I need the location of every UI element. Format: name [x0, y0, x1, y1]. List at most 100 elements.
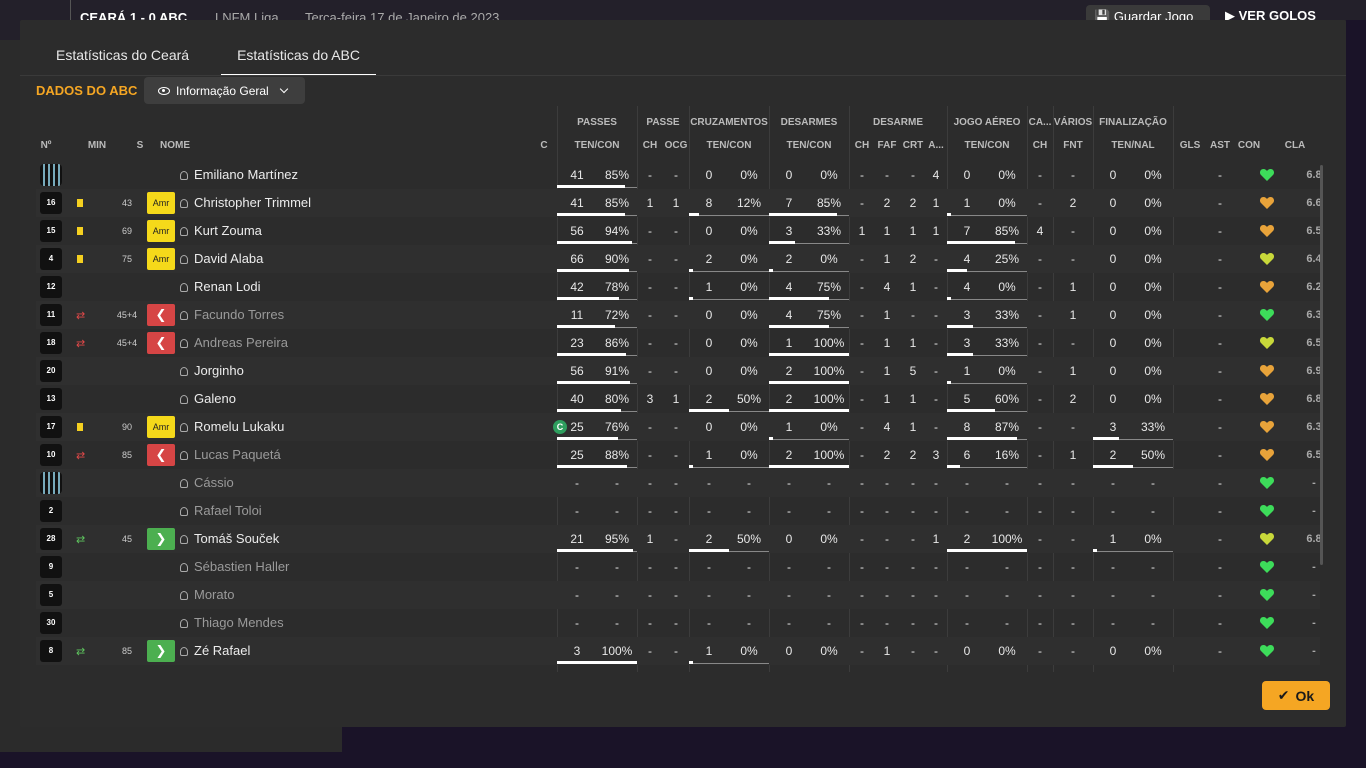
table-row[interactable]: Cássio - - - - - - - - - - - - - - - - - - - -: [36, 469, 1320, 497]
col-pass-ch[interactable]: CH: [639, 140, 661, 151]
table-row[interactable]: 16 43 Amr Christopher Trimmel 41 85% 8 12% 7 85% 1…: [36, 189, 1320, 217]
condition-heart-icon: [1259, 223, 1275, 239]
col-cruz-tencon[interactable]: TEN/CON: [689, 140, 769, 151]
stat-bar-fill: [947, 241, 1015, 244]
table-row[interactable]: 12 Renan Lodi 42 78% 1 0% 4 75% 4 0% 0 0% - - -4 1- -1-6…: [36, 273, 1320, 301]
shirt-number: [40, 472, 62, 494]
table-row[interactable]: 30 Thiago Mendes - - - - - - - - - - - - - - - - - - - -: [36, 609, 1320, 637]
player-name[interactable]: Emiliano Martínez: [180, 161, 540, 189]
col-no[interactable]: Nº: [36, 140, 56, 151]
player-name[interactable]: Christopher Trimmel: [180, 189, 540, 217]
player-name[interactable]: David Alaba: [180, 245, 540, 273]
stat-bar-fill: [769, 269, 773, 272]
table-row[interactable]: 9 Sébastien Haller - - - - - - - - - - - - - - - - - - - -: [36, 553, 1320, 581]
stat-crosses-pct: 0%: [740, 644, 758, 658]
player-name[interactable]: Romelu Lukaku: [180, 413, 540, 441]
table-row[interactable]: 28 ⇄ 45 ❯ Tomáš Souček 21 95% 2 50% 0 0% 2 100% 1 0% 1-…: [36, 525, 1320, 553]
stat-crosses-pct: 0%: [740, 224, 758, 238]
group-ca: CA...: [1028, 117, 1052, 128]
col-ast[interactable]: AST: [1207, 140, 1233, 151]
player-name[interactable]: Galeno: [180, 385, 540, 413]
col-nome[interactable]: NOME: [160, 140, 200, 151]
stat-bar-fill: [947, 381, 951, 384]
col-des-faf[interactable]: FAF: [875, 140, 899, 151]
col-var-fnt[interactable]: FNT: [1053, 140, 1093, 151]
col-gls[interactable]: GLS: [1177, 140, 1203, 151]
stat-tackles-attempted: 0: [785, 168, 793, 182]
col-pass-tencon[interactable]: TEN/CON: [557, 140, 637, 151]
stat-dch: -: [860, 168, 864, 182]
table-row[interactable]: 20 Jorginho 56 91% 0 0% 2 100% 1 0% 0 0% - - -1 5- -1-6.…: [36, 357, 1320, 385]
player-name[interactable]: Thiago Mendes: [180, 609, 540, 637]
stat-tackles-pct: -: [827, 616, 831, 630]
stat-da: -: [934, 280, 938, 294]
stat-bar-fill: [769, 437, 773, 440]
stat-dfaf: 1: [883, 364, 891, 378]
stat-dch: -: [860, 644, 864, 658]
minute: 85: [121, 646, 132, 656]
tab-abc-stats[interactable]: Estatísticas do ABC: [221, 20, 376, 76]
stat-tackles-pct: -: [827, 560, 831, 574]
player-name-label: Tomáš Souček: [194, 531, 280, 546]
col-min[interactable]: MIN: [80, 140, 114, 151]
table-row[interactable]: Emiliano Martínez 41 85% 0 0% 0 0% 0 0% 0 0% - - - - -4…: [36, 161, 1320, 189]
table-row[interactable]: 5 Morato - - - - - - - - - - - - - - - - - - - -: [36, 581, 1320, 609]
table-scrollbar[interactable]: [1320, 165, 1323, 565]
table-row[interactable]: 13 Galeno 40 80% 2 50% 2 100% 5 60% 0 0% 3 1-1 1- -2-6.…: [36, 385, 1320, 413]
stat-dfaf: -: [885, 168, 889, 182]
table-row[interactable]: 8 ⇄ 85 ❯ Zé Rafael 3 100% 1 0% 0 0% 0 0% 0 0% - - -1- - - - -…: [36, 637, 1320, 665]
stat-bar-fill: [769, 241, 795, 244]
player-name[interactable]: Facundo Torres: [180, 301, 540, 329]
yellow-card-icon: [77, 255, 83, 263]
table-row[interactable]: 2 Rafael Toloi - - - - - - - - - - - - - - - - - - - -: [36, 497, 1320, 525]
stat-passes-attempted: -: [575, 588, 579, 602]
stat-tackles-pct: 0%: [820, 252, 838, 266]
player-name[interactable]: Sébastien Haller: [180, 553, 540, 581]
stat-dfaf: 1: [883, 308, 891, 322]
table-row[interactable]: 10 ⇄ 85 ❮ Lucas Paquetá 25 88% 1 0% 2 100% 6 16% 2 50%…: [36, 441, 1320, 469]
col-des-crt[interactable]: CRT: [901, 140, 925, 151]
player-name[interactable]: Rafael Toloi: [180, 497, 540, 525]
col-des-tencon[interactable]: TEN/CON: [769, 140, 849, 151]
stat-bar-fill: [769, 465, 849, 468]
stat-ast: -: [1218, 588, 1222, 602]
background-stripe: [1346, 20, 1366, 740]
stat-bar-fill: [557, 185, 625, 188]
tab-ceara-stats[interactable]: Estatísticas do Ceará: [40, 20, 205, 76]
col-des-a[interactable]: A...: [925, 140, 947, 151]
stat-da: -: [934, 588, 938, 602]
player-name[interactable]: Kurt Zouma: [180, 217, 540, 245]
person-icon: [180, 507, 188, 516]
player-name[interactable]: Andreas Pereira: [180, 329, 540, 357]
stat-bar-fill: [689, 269, 693, 272]
ok-button[interactable]: ✔ Ok: [1262, 681, 1330, 710]
stat-dcrt: -: [911, 588, 915, 602]
table-row[interactable]: 11 ⇄ 45+4 ❮ Facundo Torres 11 72% 0 0% 4 75% 3 33% 0 0…: [36, 301, 1320, 329]
stat-pch: 3: [646, 392, 654, 406]
player-name[interactable]: Lucas Paquetá: [180, 441, 540, 469]
view-dropdown[interactable]: Informação Geral: [144, 77, 305, 104]
table-row[interactable]: 15 69 Amr Kurt Zouma 56 94% 0 0% 3 33% 7 85% 0 0% - -1 1…: [36, 217, 1320, 245]
player-name[interactable]: Zé Rafael: [180, 637, 540, 665]
stat-fnt: -: [1071, 476, 1075, 490]
player-name[interactable]: Cássio: [180, 469, 540, 497]
col-c[interactable]: C: [537, 140, 551, 151]
stat-cach: -: [1038, 392, 1042, 406]
col-pass-ocg[interactable]: OCG: [663, 140, 689, 151]
table-row[interactable]: 4 75 Amr David Alaba 66 90% 2 0% 2 0% 4 25% 0 0% - - -1 2…: [36, 245, 1320, 273]
player-name[interactable]: Jorginho: [180, 357, 540, 385]
table-row[interactable]: 18 ⇄ 45+4 ❮ Andreas Pereira 23 86% 0 0% 1 100% 3 33%…: [36, 329, 1320, 357]
col-aereo-tencon[interactable]: TEN/CON: [947, 140, 1027, 151]
person-icon: [180, 591, 188, 600]
col-ca-ch[interactable]: CH: [1027, 140, 1053, 151]
table-row[interactable]: 17 90 Amr Romelu Lukaku C 25 76% 0 0% 1 0% 8 87% 3 33%…: [36, 413, 1320, 441]
col-s[interactable]: S: [130, 140, 150, 151]
player-name[interactable]: Renan Lodi: [180, 273, 540, 301]
col-con[interactable]: CON: [1235, 140, 1263, 151]
player-name[interactable]: Morato: [180, 581, 540, 609]
col-des-ch[interactable]: CH: [851, 140, 873, 151]
col-cla[interactable]: CLA: [1278, 140, 1312, 151]
player-name[interactable]: Tomáš Souček: [180, 525, 540, 553]
condition-heart-icon: [1259, 307, 1275, 323]
col-fin-tennal[interactable]: TEN/NAL: [1093, 140, 1173, 151]
